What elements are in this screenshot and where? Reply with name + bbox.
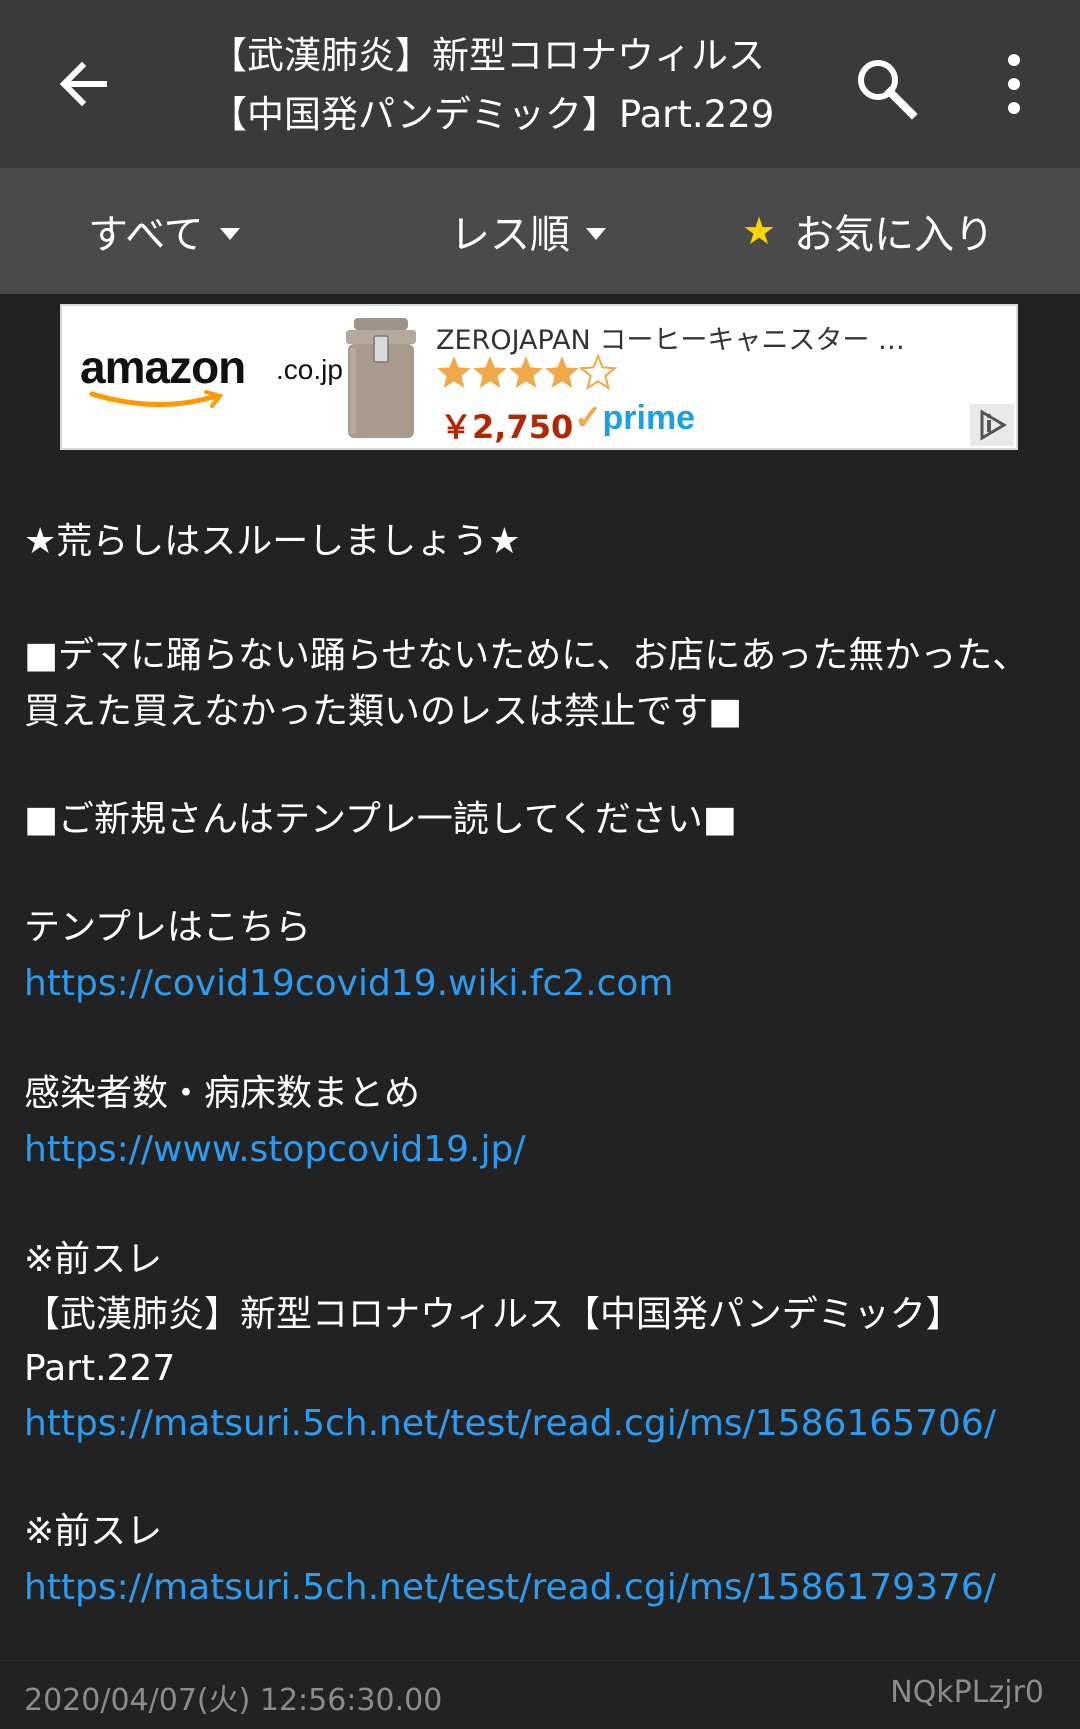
favorites-filter-button[interactable]: ★ お気に入り bbox=[742, 168, 994, 294]
thread-title-line2: 【中国発パンデミック】Part.229 bbox=[210, 93, 775, 136]
rule-line-demagogy: ■デマに踊らない踊らせないために、お店にあった無かった、買えた買えなかった類いの… bbox=[24, 635, 1029, 732]
template-label: テンプレはこちら bbox=[24, 907, 311, 948]
product-image bbox=[346, 318, 416, 438]
post-user-id[interactable]: NQkPLzjr0 bbox=[890, 1675, 1044, 1710]
prev-thread-label-2: ※前スレ bbox=[24, 1511, 163, 1552]
prev-thread-link-1[interactable]: https://matsuri.5ch.net/test/read.cgi/ms… bbox=[24, 1396, 1064, 1452]
rating-stars-icon bbox=[437, 355, 616, 389]
more-vert-icon[interactable] bbox=[994, 50, 1034, 120]
template-link[interactable]: https://covid19covid19.wiki.fc2.com bbox=[24, 956, 1064, 1012]
chevron-down-icon bbox=[586, 228, 606, 240]
thread-title-line1: 【武漢肺炎】新型コロナウィルス bbox=[210, 34, 765, 77]
thread-title: 【武漢肺炎】新型コロナウィルス 【中国発パンデミック】Part.229 bbox=[210, 26, 810, 144]
post-body: ★荒らしはスルーしましょう★ ■デマに踊らない踊らせないために、お店にあった無か… bbox=[24, 514, 1064, 1616]
app-bar: 【武漢肺炎】新型コロナウィルス 【中国発パンデミック】Part.229 bbox=[0, 0, 1080, 168]
filter-all-label: すべて bbox=[88, 212, 204, 258]
sort-order-dropdown[interactable]: レス順 bbox=[450, 168, 606, 294]
rule-line-newcomers: ■ご新規さんはテンプレ一読してください■ bbox=[24, 799, 737, 840]
prime-badge: ✓prime bbox=[574, 399, 696, 437]
prev-thread-label-1: ※前スレ bbox=[24, 1239, 163, 1280]
chevron-down-icon bbox=[219, 228, 240, 240]
stats-label: 感染者数・病床数まとめ bbox=[24, 1073, 421, 1114]
favorites-label: お気に入り bbox=[794, 212, 995, 258]
sort-order-label: レス順 bbox=[450, 212, 570, 258]
ad-product-title: ZEROJAPAN コーヒーキャニスター … bbox=[436, 325, 905, 356]
search-icon[interactable] bbox=[850, 52, 922, 124]
filter-bar: すべて レス順 ★ お気に入り bbox=[0, 168, 1080, 294]
star-icon: ★ bbox=[742, 209, 777, 253]
prev-thread-title: 【武漢肺炎】新型コロナウィルス【中国発パンデミック】Part.227 bbox=[24, 1294, 962, 1389]
post-datetime: 2020/04/07(火) 12:56:30.00 bbox=[24, 1683, 443, 1718]
ad-price: ￥2,750 bbox=[440, 408, 574, 446]
prev-thread-link-2[interactable]: https://matsuri.5ch.net/test/read.cgi/ms… bbox=[24, 1560, 1064, 1616]
stats-link[interactable]: https://www.stopcovid19.jp/ bbox=[24, 1122, 1064, 1178]
amazon-logo: amazon .co.jp bbox=[80, 340, 380, 418]
amazon-ad-banner[interactable]: amazon .co.jp ZEROJAPAN コーヒーキャニスター … ￥2,… bbox=[60, 304, 1018, 450]
back-arrow-icon[interactable] bbox=[52, 52, 116, 116]
rule-line-troll: ★荒らしはスルーしましょう★ bbox=[24, 521, 521, 562]
adchoices-icon[interactable] bbox=[970, 404, 1014, 446]
post-footer: 2020/04/07(火) 12:56:30.00 NQkPLzjr0 bbox=[0, 1660, 1080, 1729]
filter-all-dropdown[interactable]: すべて bbox=[88, 168, 240, 294]
